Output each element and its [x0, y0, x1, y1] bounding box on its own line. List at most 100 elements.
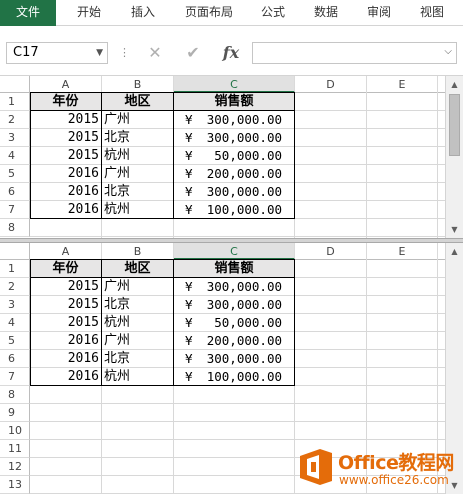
cell-year[interactable]: 2016: [30, 183, 101, 201]
row-header-3[interactable]: 3: [0, 296, 30, 314]
column-header-c[interactable]: C: [174, 76, 295, 93]
cell-region[interactable]: 广州: [102, 332, 173, 350]
table-header-cell[interactable]: 地区: [102, 93, 173, 111]
table-header-cell[interactable]: 地区: [102, 260, 173, 278]
cell-sales-amount[interactable]: ¥300,000.00: [174, 129, 294, 147]
drag-handle-icon[interactable]: ⋮: [119, 46, 130, 60]
sheet-pane-top[interactable]: A B C D E 1 2 3 4 5 6 7 8 年份 地区 销售额 2015 广州 ¥300,000.00 201…: [0, 76, 463, 238]
cell-region[interactable]: 广州: [102, 165, 173, 183]
cell-year[interactable]: 2016: [30, 368, 101, 386]
cell-year[interactable]: 2016: [30, 332, 101, 350]
name-box[interactable]: C17 ▼: [6, 42, 108, 64]
cell-year[interactable]: 2015: [30, 296, 101, 314]
cell-sales-amount[interactable]: ¥300,000.00: [174, 350, 294, 368]
row-header-3[interactable]: 3: [0, 129, 30, 147]
row-header-2[interactable]: 2: [0, 111, 30, 129]
table-header-cell[interactable]: 销售额: [174, 260, 294, 278]
cell-region[interactable]: 北京: [102, 296, 173, 314]
cell-year[interactable]: 2015: [30, 129, 101, 147]
column-header-a[interactable]: A: [30, 243, 102, 260]
cell-region[interactable]: 杭州: [102, 314, 173, 332]
row-header-7[interactable]: 7: [0, 201, 30, 219]
row-header-8[interactable]: 8: [0, 219, 30, 237]
row-header-2[interactable]: 2: [0, 278, 30, 296]
column-header-d[interactable]: D: [295, 243, 367, 260]
cell-region[interactable]: 杭州: [102, 201, 173, 219]
select-all-corner[interactable]: [0, 243, 30, 260]
scroll-up-icon[interactable]: ▲: [448, 78, 461, 91]
scrollbar-thumb[interactable]: [449, 94, 460, 156]
cell-sales-amount[interactable]: ¥100,000.00: [174, 201, 294, 219]
tab-data[interactable]: 数据: [303, 0, 349, 26]
cell-year[interactable]: 2015: [30, 111, 101, 129]
formula-input[interactable]: ⌵: [252, 42, 457, 64]
row-header-11[interactable]: 11: [0, 440, 30, 458]
row-header-13[interactable]: 13: [0, 476, 30, 494]
expand-formula-icon[interactable]: ⌵: [444, 46, 452, 57]
cell-region[interactable]: 北京: [102, 129, 173, 147]
cell-region[interactable]: 北京: [102, 350, 173, 368]
table-header-cell[interactable]: 年份: [30, 260, 101, 278]
row-header-8[interactable]: 8: [0, 386, 30, 404]
row-header-9[interactable]: 9: [0, 404, 30, 422]
table-header-cell[interactable]: 销售额: [174, 93, 294, 111]
tab-home[interactable]: 开始: [66, 0, 112, 26]
row-header-1[interactable]: 1: [0, 260, 30, 278]
cell-region[interactable]: 广州: [102, 278, 173, 296]
cell-year[interactable]: 2015: [30, 278, 101, 296]
row-header-1[interactable]: 1: [0, 93, 30, 111]
cell-sales-amount[interactable]: ¥300,000.00: [174, 183, 294, 201]
row-header-10[interactable]: 10: [0, 422, 30, 440]
cell-sales-amount[interactable]: ¥300,000.00: [174, 278, 294, 296]
row-header-5[interactable]: 5: [0, 332, 30, 350]
gridline: [30, 421, 445, 422]
cell-year[interactable]: 2015: [30, 147, 101, 165]
cell-year[interactable]: 2015: [30, 314, 101, 332]
tab-page-layout[interactable]: 页面布局: [176, 0, 242, 26]
cell-region[interactable]: 广州: [102, 111, 173, 129]
cell-year[interactable]: 2016: [30, 201, 101, 219]
column-header-e[interactable]: E: [367, 76, 438, 93]
cell-sales-amount[interactable]: ¥300,000.00: [174, 296, 294, 314]
cell-sales-amount[interactable]: ¥50,000.00: [174, 147, 294, 165]
cancel-icon[interactable]: ✕: [140, 42, 170, 64]
cell-sales-amount[interactable]: ¥200,000.00: [174, 165, 294, 183]
column-header-b[interactable]: B: [102, 243, 174, 260]
column-header-e[interactable]: E: [367, 243, 438, 260]
cell-sales-amount[interactable]: ¥50,000.00: [174, 314, 294, 332]
row-header-7[interactable]: 7: [0, 368, 30, 386]
tab-review[interactable]: 审阅: [356, 0, 402, 26]
scroll-up-icon[interactable]: ▲: [448, 245, 461, 258]
row-header-4[interactable]: 4: [0, 314, 30, 332]
scroll-down-icon[interactable]: ▼: [448, 223, 461, 236]
column-header-c[interactable]: C: [174, 243, 295, 260]
insert-function-icon[interactable]: fx: [216, 42, 246, 64]
cell-region[interactable]: 杭州: [102, 147, 173, 165]
cell-year[interactable]: 2016: [30, 165, 101, 183]
cell-sales-amount[interactable]: ¥300,000.00: [174, 111, 294, 129]
row-header-5[interactable]: 5: [0, 165, 30, 183]
column-header-a[interactable]: A: [30, 76, 102, 93]
row-header-6[interactable]: 6: [0, 183, 30, 201]
row-header-4[interactable]: 4: [0, 147, 30, 165]
select-all-corner[interactable]: [0, 76, 30, 93]
cell-sales-amount[interactable]: ¥100,000.00: [174, 368, 294, 386]
vertical-scrollbar[interactable]: ▲ ▼: [445, 76, 463, 238]
cell-year[interactable]: 2016: [30, 350, 101, 368]
tab-insert[interactable]: 插入: [120, 0, 166, 26]
enter-icon[interactable]: ✔: [178, 42, 208, 64]
row-header-12[interactable]: 12: [0, 458, 30, 476]
tab-file[interactable]: 文件: [0, 0, 56, 26]
row-header-6[interactable]: 6: [0, 350, 30, 368]
cell-region[interactable]: 北京: [102, 183, 173, 201]
tab-view[interactable]: 视图: [409, 0, 455, 26]
table-header-cell[interactable]: 年份: [30, 93, 101, 111]
tab-formulas[interactable]: 公式: [250, 0, 296, 26]
column-header-d[interactable]: D: [295, 76, 367, 93]
cell-region[interactable]: 杭州: [102, 368, 173, 386]
table-header-rule: [30, 277, 295, 278]
cell-sales-amount[interactable]: ¥200,000.00: [174, 332, 294, 350]
column-header-b[interactable]: B: [102, 76, 174, 93]
chevron-down-icon[interactable]: ▼: [96, 43, 103, 63]
gridline: [30, 439, 445, 440]
